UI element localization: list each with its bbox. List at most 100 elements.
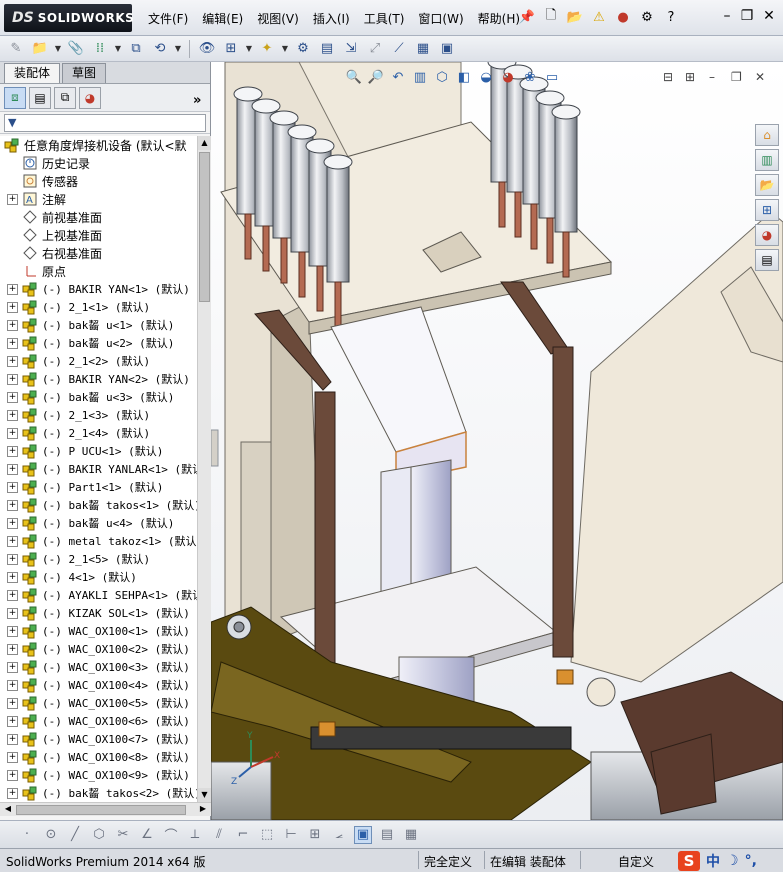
menu-help[interactable]: 帮助(H) [478, 10, 520, 27]
mate-icon[interactable]: 📎 [66, 39, 86, 59]
new-document-icon[interactable]: 🗋 [542, 8, 560, 26]
expand-plus-icon[interactable]: + [7, 553, 18, 565]
tree-component[interactable]: + (-) bak齧 u<3> (默认) [0, 388, 197, 406]
expand-plus-icon[interactable]: + [7, 787, 18, 799]
menu-tools[interactable]: 工具(T) [364, 10, 405, 27]
expand-plus-icon[interactable]: + [7, 481, 18, 493]
expand-plus-icon[interactable]: + [7, 373, 18, 385]
custom-properties-icon[interactable]: ▤ [755, 249, 779, 271]
view-icon[interactable]: ▤ [378, 826, 396, 844]
expand-plus-icon[interactable]: + [7, 355, 18, 367]
zoom-to-fit-icon[interactable]: 🔍 [345, 68, 363, 86]
expand-plus-icon[interactable]: + [7, 283, 18, 295]
filter-input[interactable]: ▼ [4, 114, 206, 132]
close-icon[interactable]: ✕ [760, 8, 778, 24]
tree-item-plane[interactable]: 上视基准面 [0, 226, 197, 244]
tree-component[interactable]: + (-) BAKIR YAN<2> (默认) [0, 370, 197, 388]
menu-view[interactable]: 视图(V) [257, 10, 299, 27]
expand-plus-icon[interactable]: + [7, 625, 18, 637]
expand-plus-icon[interactable]: + [7, 589, 18, 601]
scroll-right-icon[interactable]: ▶ [197, 804, 209, 813]
tree-component[interactable]: + (-) WAC_OX100<5> (默认) [0, 694, 197, 712]
expand-plus-icon[interactable]: + [7, 643, 18, 655]
ime-punctuation-icon[interactable]: °, [745, 853, 757, 869]
extend-icon[interactable]: ⟂ [186, 826, 204, 844]
ime-chinese-mode[interactable]: 中 [706, 851, 720, 871]
tree-component[interactable]: + (-) WAC_OX100<8> (默认) [0, 748, 197, 766]
sogou-logo-icon[interactable]: S [678, 851, 700, 871]
options-icon[interactable]: ⚙ [638, 8, 656, 26]
tree-item-plane[interactable]: 前视基准面 [0, 208, 197, 226]
panel-collapse-handle[interactable] [211, 429, 219, 467]
bill-of-materials-icon[interactable]: ▤ [317, 39, 337, 59]
rectangle-icon[interactable]: ⬚ [258, 826, 276, 844]
tree-component[interactable]: + (-) bak齧 u<2> (默认) [0, 334, 197, 352]
section-view-icon[interactable]: ▥ [411, 68, 429, 86]
tree-item-annotation[interactable]: + A 注解 [0, 190, 197, 208]
pin-icon[interactable]: 📌 [518, 8, 536, 26]
scroll-thumb[interactable] [199, 152, 210, 302]
configuration-manager-tab-icon[interactable]: ⧉ [54, 86, 76, 109]
filter-icon[interactable]: ▼ [8, 116, 16, 129]
tree-item-origin[interactable]: 原点 [0, 262, 197, 280]
property-manager-tab-icon[interactable]: ▤ [29, 86, 51, 109]
menu-window[interactable]: 窗口(W) [418, 10, 463, 27]
dimension-icon[interactable]: ⊢ [282, 826, 300, 844]
assembly-3d-model[interactable]: Y X Z [211, 62, 783, 820]
chevron-down-icon[interactable]: ▼ [281, 39, 289, 59]
explode-line-icon[interactable]: ⤢ [365, 39, 385, 59]
shaded-view-icon[interactable]: ▣ [354, 825, 372, 844]
warning-icon[interactable]: ⚠ [590, 8, 608, 26]
point-icon[interactable]: · [18, 826, 36, 844]
tree-component[interactable]: + (-) WAC_OX100<6> (默认) [0, 712, 197, 730]
edit-appearance-icon[interactable]: ◕ [499, 68, 517, 86]
tree-component[interactable]: + (-) Part1<1> (默认) [0, 478, 197, 496]
tab-sketch[interactable]: 草图 [62, 63, 107, 83]
tree-component[interactable]: + (-) BAKIR YANLAR<1> (默认 [0, 460, 197, 478]
grid-icon[interactable]: ⊞ [306, 826, 324, 844]
design-library-icon[interactable]: ▥ [755, 149, 779, 171]
tree-component[interactable]: + (-) 2_1<4> (默认) [0, 424, 197, 442]
appearances-icon[interactable]: ◕ [755, 224, 779, 246]
expand-plus-icon[interactable]: + [7, 409, 18, 421]
circle-icon[interactable]: ⊙ [42, 826, 60, 844]
expand-plus-icon[interactable]: + [7, 391, 18, 403]
menu-edit[interactable]: 编辑(E) [202, 10, 243, 27]
expand-plus-icon[interactable]: + [7, 499, 18, 511]
status-custom-units[interactable]: 自定义 [618, 853, 654, 870]
tree-vertical-scrollbar[interactable]: ▲ ▼ [197, 136, 211, 802]
traffic-light-icon[interactable]: ● [614, 8, 632, 26]
expand-plus-icon[interactable]: + [7, 463, 18, 475]
linear-pattern-icon[interactable]: ⁞⁞ [90, 39, 110, 59]
angle-icon[interactable]: ∠ [138, 826, 156, 844]
tree-component[interactable]: + (-) WAC_OX100<7> (默认) [0, 730, 197, 748]
expand-plus-icon[interactable]: + [7, 193, 18, 205]
insert-component-icon[interactable]: 📁 [30, 39, 50, 59]
tree-component[interactable]: + (-) bak齧 takos<2> (默认) [0, 784, 197, 802]
tree-component[interactable]: + (-) 2_1<3> (默认) [0, 406, 197, 424]
tree-horizontal-scrollbar[interactable]: ◀ ▶ [0, 802, 211, 816]
expand-plus-icon[interactable]: + [7, 445, 18, 457]
assembly-features-icon[interactable]: ⊞ [221, 39, 241, 59]
tree-component[interactable]: + (-) 2_1<1> (默认) [0, 298, 197, 316]
expand-plus-icon[interactable]: + [7, 697, 18, 709]
graphics-area[interactable]: Y X Z 🔍 🔎 ↶ ▥ ⬡ ◧ ◒ ◕ ❀ ▭ ⊟ ⊞ – ❐ ✕ [211, 62, 783, 820]
h-scroll-thumb[interactable] [16, 805, 186, 815]
scroll-up-icon[interactable]: ▲ [198, 136, 211, 150]
feature-manager-tab-icon[interactable]: ⧈ [4, 86, 26, 109]
angle-dimension-icon[interactable]: ⦟ [330, 826, 348, 844]
hide-show-items-icon[interactable]: ◒ [477, 68, 495, 86]
chevron-down-icon[interactable]: ▼ [114, 39, 122, 59]
tree-component[interactable]: + (-) WAC_OX100<2> (默认) [0, 640, 197, 658]
tree-component[interactable]: + (-) WAC_OX100<9> (默认) [0, 766, 197, 784]
show-hidden-icon[interactable]: 👁 [197, 39, 217, 59]
expand-plus-icon[interactable]: + [7, 301, 18, 313]
reference-geometry-icon[interactable]: ✦ [257, 39, 277, 59]
edit-component-icon[interactable]: ✎ [6, 39, 26, 59]
display-manager-tab-icon[interactable]: ◕ [79, 86, 101, 109]
menu-insert[interactable]: 插入(I) [313, 10, 350, 27]
tree-component[interactable]: + (-) bak齧 takos<1> (默认) [0, 496, 197, 514]
tree-component[interactable]: + (-) 2_1<2> (默认) [0, 352, 197, 370]
tree-component[interactable]: + (-) BAKIR YAN<1> (默认) [0, 280, 197, 298]
previous-view-icon[interactable]: ↶ [389, 68, 407, 86]
